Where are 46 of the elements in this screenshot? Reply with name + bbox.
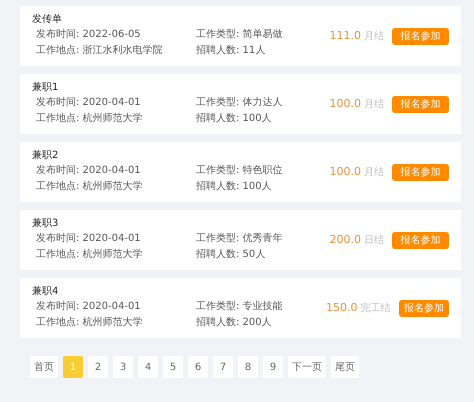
job-title: 兼职4 (32, 285, 60, 299)
page-button[interactable]: 3 (113, 356, 133, 378)
job-title: 兼职2 (32, 149, 60, 163)
salary: 200.0 (330, 233, 361, 246)
salary: 100.0 (330, 97, 361, 110)
headcount: 招聘人数: 50人 (196, 248, 266, 262)
page-button[interactable]: 2 (88, 356, 108, 378)
work-location: 工作地点: 浙江水利水电学院 (36, 44, 164, 58)
page-button[interactable]: 下一页 (288, 356, 326, 378)
page-button[interactable]: 6 (188, 356, 208, 378)
work-location: 工作地点: 杭州师范大学 (36, 316, 144, 330)
salary: 150.0 (326, 301, 358, 314)
pay-cycle: 完工结 (360, 302, 390, 315)
publish-time: 发布时间: 2020-04-01 (36, 164, 142, 178)
salary: 100.0 (330, 165, 361, 178)
publish-time: 发布时间: 2022-06-05 (36, 28, 142, 42)
publish-time: 发布时间: 2020-04-01 (36, 232, 142, 246)
page-button[interactable]: 5 (163, 356, 183, 378)
pay-cycle: 月结 (364, 30, 384, 43)
salary: 111.0 (330, 29, 361, 42)
pay-cycle: 月结 (364, 98, 384, 111)
page-button[interactable]: 9 (263, 356, 283, 378)
work-location: 工作地点: 杭州师范大学 (36, 180, 144, 194)
pay-cycle: 月结 (364, 166, 384, 179)
job-title: 兼职3 (32, 217, 60, 231)
page-button[interactable]: 4 (138, 356, 158, 378)
job-type: 工作类型: 简单易做 (196, 28, 284, 42)
headcount: 招聘人数: 11人 (196, 44, 266, 58)
headcount: 招聘人数: 200人 (196, 316, 273, 330)
job-type: 工作类型: 特色职位 (196, 164, 284, 178)
page-button[interactable]: 尾页 (331, 356, 359, 378)
job-type: 工作类型: 体力达人 (196, 96, 284, 110)
job-title: 发传单 (32, 12, 63, 27)
page-button[interactable]: 7 (213, 356, 233, 378)
job-type: 工作类型: 专业技能 (196, 300, 284, 314)
work-location: 工作地点: 杭州师范大学 (36, 112, 144, 126)
headcount: 招聘人数: 100人 (196, 112, 273, 126)
job-type: 工作类型: 优秀青年 (196, 232, 284, 246)
page-button[interactable]: 8 (238, 356, 258, 378)
pay-cycle: 日结 (364, 234, 384, 247)
page-button[interactable]: 首页 (30, 356, 58, 378)
headcount: 招聘人数: 100人 (196, 180, 273, 194)
publish-time: 发布时间: 2020-04-01 (36, 96, 142, 110)
work-location: 工作地点: 杭州师范大学 (36, 248, 144, 262)
job-title: 兼职1 (32, 81, 60, 95)
publish-time: 发布时间: 2020-04-01 (36, 300, 142, 314)
